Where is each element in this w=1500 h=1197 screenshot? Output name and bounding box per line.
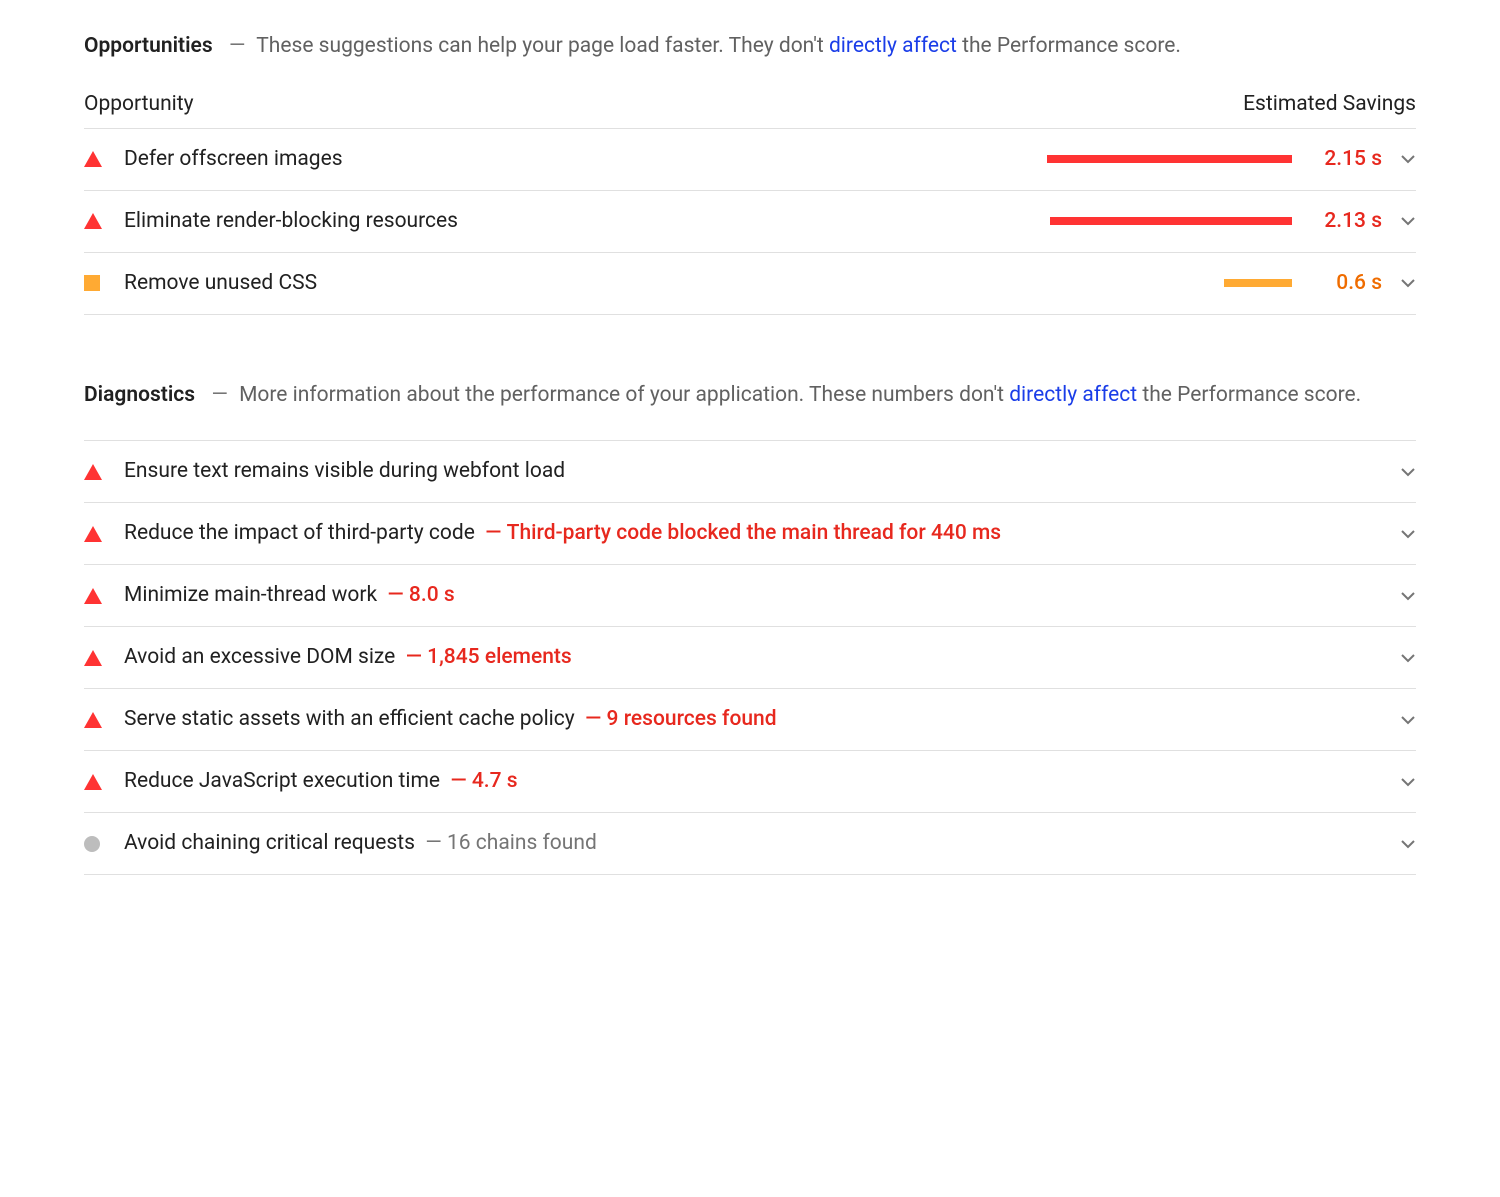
col-savings: Estimated Savings	[1243, 92, 1416, 116]
diagnostic-detail: 1,845 elements	[427, 645, 572, 669]
col-opportunity: Opportunity	[84, 92, 194, 116]
chevron-down-icon[interactable]	[1382, 650, 1416, 666]
diagnostic-label: Serve static assets with an efficient ca…	[124, 703, 1382, 736]
severity-icon	[84, 526, 124, 542]
dash: —	[211, 383, 227, 407]
severity-icon	[84, 213, 124, 229]
diagnostic-label: Avoid chaining critical requests — 16 ch…	[124, 827, 1382, 860]
diagnostic-row[interactable]: Reduce the impact of third-party code — …	[84, 503, 1416, 565]
diagnostic-row[interactable]: Serve static assets with an efficient ca…	[84, 689, 1416, 751]
diagnostic-label: Avoid an excessive DOM size — 1,845 elem…	[124, 641, 1382, 674]
chevron-down-icon[interactable]	[1382, 588, 1416, 604]
chevron-down-icon[interactable]	[1382, 526, 1416, 542]
opportunity-row[interactable]: Defer offscreen images 2.15 s	[84, 129, 1416, 191]
chevron-down-icon[interactable]	[1382, 464, 1416, 480]
opportunities-desc-link[interactable]: directly affect	[829, 34, 957, 58]
savings-value: 0.6 s	[1292, 271, 1382, 295]
severity-icon	[84, 836, 124, 852]
diagnostics-header: Diagnostics — More information about the…	[84, 379, 1416, 413]
diagnostic-row[interactable]: Minimize main-thread work — 8.0 s	[84, 565, 1416, 627]
diagnostic-detail: 16 chains found	[447, 831, 597, 855]
diagnostic-detail: 9 resources found	[607, 707, 777, 731]
diagnostic-row[interactable]: Ensure text remains visible during webfo…	[84, 441, 1416, 503]
severity-icon	[84, 151, 124, 167]
opportunities-desc-post: the Performance score.	[957, 34, 1181, 58]
opportunity-row[interactable]: Eliminate render-blocking resources 2.13 …	[84, 191, 1416, 253]
chevron-down-icon[interactable]	[1382, 213, 1416, 229]
savings-value: 2.13 s	[1292, 209, 1382, 233]
savings-bar	[1042, 155, 1292, 163]
opportunities-list: Defer offscreen images 2.15 s Eliminate re…	[84, 129, 1416, 315]
diagnostics-desc-post: the Performance score.	[1137, 383, 1361, 407]
chevron-down-icon[interactable]	[1382, 151, 1416, 167]
severity-icon	[84, 464, 124, 480]
diagnostic-row[interactable]: Avoid an excessive DOM size — 1,845 elem…	[84, 627, 1416, 689]
savings-bar	[1042, 279, 1292, 287]
diagnostic-label: Reduce the impact of third-party code — …	[124, 517, 1382, 550]
diagnostic-row[interactable]: Reduce JavaScript execution time — 4.7 s	[84, 751, 1416, 813]
severity-icon	[84, 712, 124, 728]
chevron-down-icon[interactable]	[1382, 774, 1416, 790]
chevron-down-icon[interactable]	[1382, 836, 1416, 852]
opportunity-label: Defer offscreen images	[124, 143, 1042, 176]
opportunities-columns: Opportunity Estimated Savings	[84, 92, 1416, 129]
chevron-down-icon[interactable]	[1382, 712, 1416, 728]
diagnostics-list: Ensure text remains visible during webfo…	[84, 440, 1416, 875]
savings-bar	[1042, 217, 1292, 225]
diagnostics-desc-pre: More information about the performance o…	[239, 383, 1009, 407]
opportunities-header: Opportunities — These suggestions can he…	[84, 30, 1416, 64]
diagnostic-label: Minimize main-thread work — 8.0 s	[124, 579, 1382, 612]
severity-icon	[84, 275, 124, 291]
severity-icon	[84, 588, 124, 604]
diagnostic-label: Ensure text remains visible during webfo…	[124, 455, 1382, 488]
diagnostics-title: Diagnostics	[84, 383, 195, 407]
diagnostic-row[interactable]: Avoid chaining critical requests — 16 ch…	[84, 813, 1416, 875]
chevron-down-icon[interactable]	[1382, 275, 1416, 291]
opportunities-title: Opportunities	[84, 34, 213, 58]
diagnostic-detail: 4.7 s	[472, 769, 518, 793]
opportunity-label: Remove unused CSS	[124, 267, 1042, 300]
opportunities-desc-pre: These suggestions can help your page loa…	[256, 34, 829, 58]
opportunity-row[interactable]: Remove unused CSS 0.6 s	[84, 253, 1416, 315]
opportunity-label: Eliminate render-blocking resources	[124, 205, 1042, 238]
diagnostic-detail: Third-party code blocked the main thread…	[507, 521, 1001, 545]
dash: —	[229, 34, 245, 58]
savings-value: 2.15 s	[1292, 147, 1382, 171]
severity-icon	[84, 650, 124, 666]
severity-icon	[84, 774, 124, 790]
diagnostic-label: Reduce JavaScript execution time — 4.7 s	[124, 765, 1382, 798]
diagnostic-detail: 8.0 s	[409, 583, 455, 607]
diagnostics-desc-link[interactable]: directly affect	[1009, 383, 1137, 407]
